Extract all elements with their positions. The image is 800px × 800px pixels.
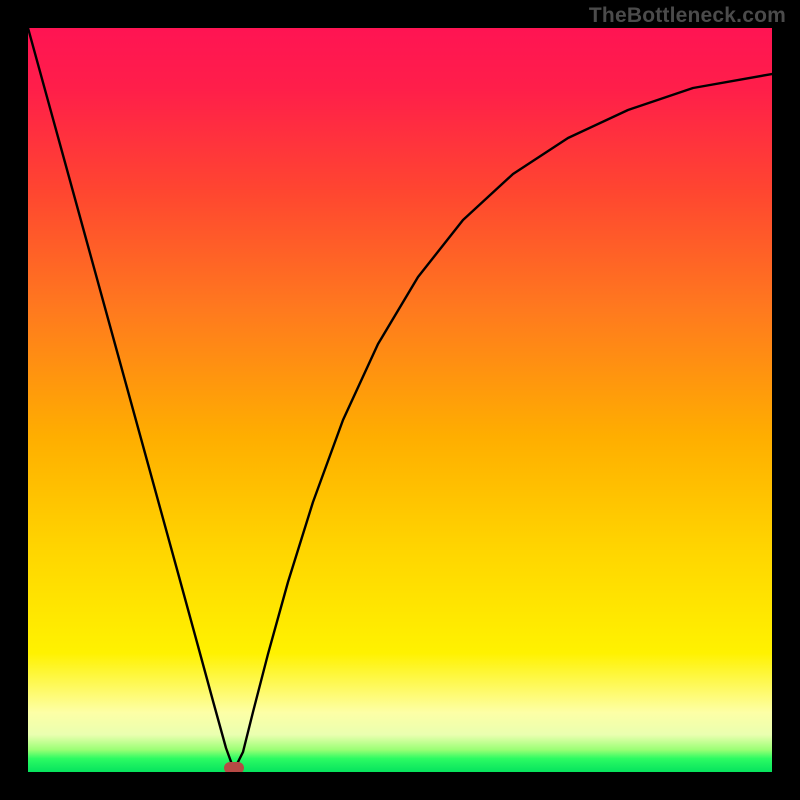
plot-area <box>28 28 772 772</box>
watermark-text: TheBottleneck.com <box>589 4 786 28</box>
chart-frame: TheBottleneck.com <box>0 0 800 800</box>
optimal-point-marker <box>224 762 244 772</box>
bottleneck-curve <box>28 28 772 772</box>
